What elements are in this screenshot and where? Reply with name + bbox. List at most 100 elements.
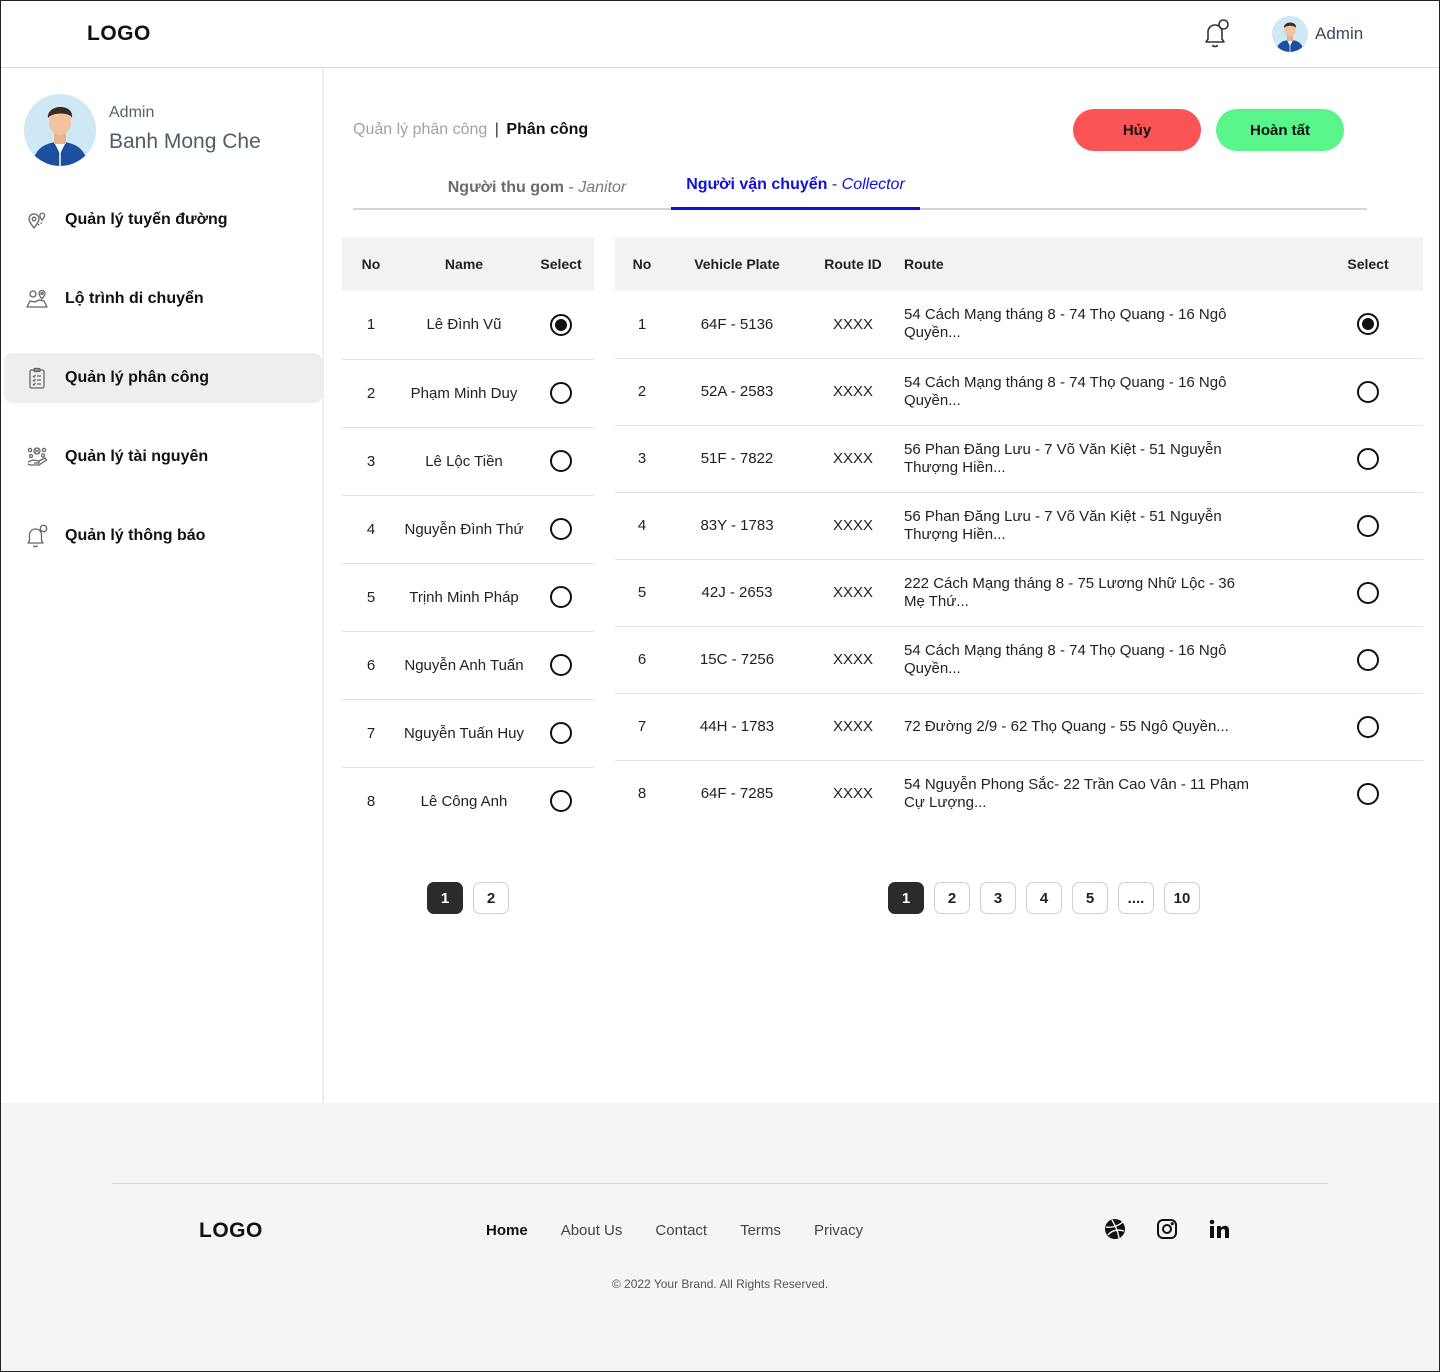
cell-no: 2 <box>342 359 400 428</box>
footer-link-home[interactable]: Home <box>486 1222 528 1239</box>
instagram-icon[interactable] <box>1156 1218 1178 1240</box>
select-radio[interactable] <box>1357 782 1379 805</box>
page-button[interactable]: 1 <box>427 882 463 914</box>
select-radio[interactable] <box>1357 313 1379 336</box>
select-radio[interactable] <box>550 722 572 744</box>
select-radio[interactable] <box>550 313 572 336</box>
select-radio[interactable] <box>1357 581 1379 604</box>
sidebar-item-notifications[interactable]: Quản lý thông báo <box>4 511 322 561</box>
table-row[interactable]: 8 Lê Công Anh <box>342 767 594 835</box>
select-radio[interactable] <box>1357 447 1379 470</box>
breadcrumb: Quản lý phân công | Phân công <box>353 121 588 139</box>
notification-bell-icon[interactable] <box>1198 17 1232 51</box>
page-button[interactable]: 2 <box>934 882 970 914</box>
select-radio[interactable] <box>550 586 572 608</box>
table-row[interactable]: 5 Trịnh Minh Pháp <box>342 563 594 632</box>
footer-link-about[interactable]: About Us <box>561 1222 623 1239</box>
sidebar-item-resources[interactable]: Quản lý tài nguyên <box>4 432 322 482</box>
page-button[interactable]: 4 <box>1026 882 1062 914</box>
top-bar: LOGO Admin <box>0 0 1440 68</box>
cell-select <box>1313 425 1423 493</box>
breadcrumb-parent-link[interactable]: Quản lý phân công <box>353 121 487 138</box>
tab-collector[interactable]: Người vận chuyển - Collector <box>671 162 920 210</box>
cell-route: 56 Phan Đăng Lưu - 7 Võ Văn Kiệt - 51 Ng… <box>901 492 1313 560</box>
cell-no: 6 <box>615 626 669 694</box>
select-radio[interactable] <box>550 450 572 472</box>
footer-divider <box>112 1183 1328 1184</box>
cell-no: 4 <box>342 495 400 564</box>
footer-link-contact[interactable]: Contact <box>655 1222 707 1239</box>
footer-link-terms[interactable]: Terms <box>740 1222 781 1239</box>
select-radio[interactable] <box>1357 715 1379 738</box>
tab-bar: Người thu gom - Janitor Người vận chuyển… <box>353 162 1367 210</box>
profile-card: Admin Banh Mong Che <box>24 94 261 166</box>
table-row[interactable]: 2 Phạm Minh Duy <box>342 359 594 428</box>
table-row[interactable]: 4 83Y - 1783 XXXX 56 Phan Đăng Lưu - 7 Võ V… <box>615 492 1423 560</box>
cell-select <box>528 563 594 632</box>
cell-no: 8 <box>366 792 376 810</box>
cell-plate: 52A - 2583 <box>669 358 805 426</box>
cell-route-id: XXXX <box>805 626 901 694</box>
table-row[interactable]: 4 Nguyễn Đình Thứ <box>342 495 594 564</box>
select-radio[interactable] <box>1357 514 1379 537</box>
cell-route: 54 Cách Mạng tháng 8 - 74 Thọ Quang - 16… <box>901 291 1313 359</box>
table-row[interactable]: 3 51F - 7822 XXXX 56 Phan Đăng Lưu - 7 Võ V… <box>615 425 1423 493</box>
footer: LOGO Home About Us Contact Terms Privacy <box>0 1103 1440 1372</box>
sidebar-item-label: Quản lý phân công <box>65 369 210 386</box>
profile-name: Banh Mong Che <box>109 130 261 153</box>
select-radio[interactable] <box>550 382 572 404</box>
tab-janitor[interactable]: Người thu gom - Janitor <box>407 164 667 212</box>
sidebar-item-itinerary[interactable]: Lộ trình di chuyển <box>4 274 322 324</box>
cell-plate: 83Y - 1783 <box>669 492 805 560</box>
table-row[interactable]: 7 44H - 1783 XXXX 72 Đường 2/9 - 62 Thọ Qua… <box>615 693 1423 761</box>
sidebar-item-routes[interactable]: Quản lý tuyến đường <box>4 195 322 245</box>
breadcrumb-current: Phân công <box>506 121 589 138</box>
cell-route-id: XXXX <box>805 425 901 493</box>
cell-select <box>1313 559 1423 627</box>
col-no: No <box>615 237 669 291</box>
cell-route: 54 Cách Mạng tháng 8 - 74 Thọ Quang - 16… <box>901 626 1313 694</box>
cell-plate: 51F - 7822 <box>669 425 805 493</box>
footer-link-privacy[interactable]: Privacy <box>814 1222 863 1239</box>
page-button[interactable]: 10 <box>1164 882 1200 914</box>
page-button[interactable]: 2 <box>473 882 509 914</box>
cell-select <box>528 291 594 360</box>
select-radio[interactable] <box>550 654 572 676</box>
select-radio[interactable] <box>1357 648 1379 671</box>
footer-logo[interactable]: LOGO <box>199 1219 263 1243</box>
cell-no: 2 <box>615 358 669 426</box>
sidebar-item-assignment[interactable]: Quản lý phân công <box>4 353 322 403</box>
dribbble-icon[interactable] <box>1104 1218 1126 1240</box>
table-row[interactable]: 7 Nguyễn Tuấn Huy <box>342 699 594 768</box>
table-row[interactable]: 2 52A - 2583 XXXX 54 Cách Mạng tháng 8 - 74… <box>615 358 1423 426</box>
footer-links: Home About Us Contact Terms Privacy <box>486 1222 863 1239</box>
route-map-icon <box>25 287 49 311</box>
cell-no: 3 <box>615 425 669 493</box>
page-button[interactable]: 3 <box>980 882 1016 914</box>
cell-name: Lê Lộc Tiền <box>400 427 528 496</box>
cell-select <box>1313 626 1423 694</box>
cell-select <box>1313 291 1423 359</box>
header-logo[interactable]: LOGO <box>87 22 151 46</box>
select-radio[interactable] <box>550 790 572 813</box>
cell-route-id: XXXX <box>805 559 901 627</box>
cell-name: Nguyễn Anh Tuấn <box>400 631 528 700</box>
table-row[interactable]: 5 42J - 2653 XXXX 222 Cách Mạng tháng 8 - 7… <box>615 559 1423 627</box>
cell-name: Lê Đình Vũ <box>400 291 528 360</box>
table-row[interactable]: 3 Lê Lộc Tiền <box>342 427 594 496</box>
user-menu[interactable]: Admin <box>1272 16 1363 52</box>
select-radio[interactable] <box>1357 380 1379 403</box>
done-button[interactable]: Hoàn tất <box>1216 109 1344 151</box>
table-row[interactable]: 6 Nguyễn Anh Tuấn <box>342 631 594 700</box>
table-row[interactable]: 6 15C - 7256 XXXX 54 Cách Mạng tháng 8 - 74… <box>615 626 1423 694</box>
table-row[interactable]: 1 64F - 5136 XXXX 54 Cách Mạng tháng 8 - 74… <box>615 291 1423 359</box>
cancel-button[interactable]: Hủy <box>1073 109 1201 151</box>
page-button[interactable]: 1 <box>888 882 924 914</box>
table-row[interactable]: 1 Lê Đình Vũ <box>342 291 594 360</box>
linkedin-icon[interactable] <box>1208 1218 1230 1240</box>
table-row[interactable]: 8 64F - 7285 XXXX 54 Nguyễn Phong Sắc- 22 T… <box>615 760 1423 827</box>
map-pin-icon <box>25 208 49 232</box>
page-button[interactable]: 5 <box>1072 882 1108 914</box>
select-radio[interactable] <box>550 518 572 540</box>
cell-no: 8 <box>637 785 647 803</box>
